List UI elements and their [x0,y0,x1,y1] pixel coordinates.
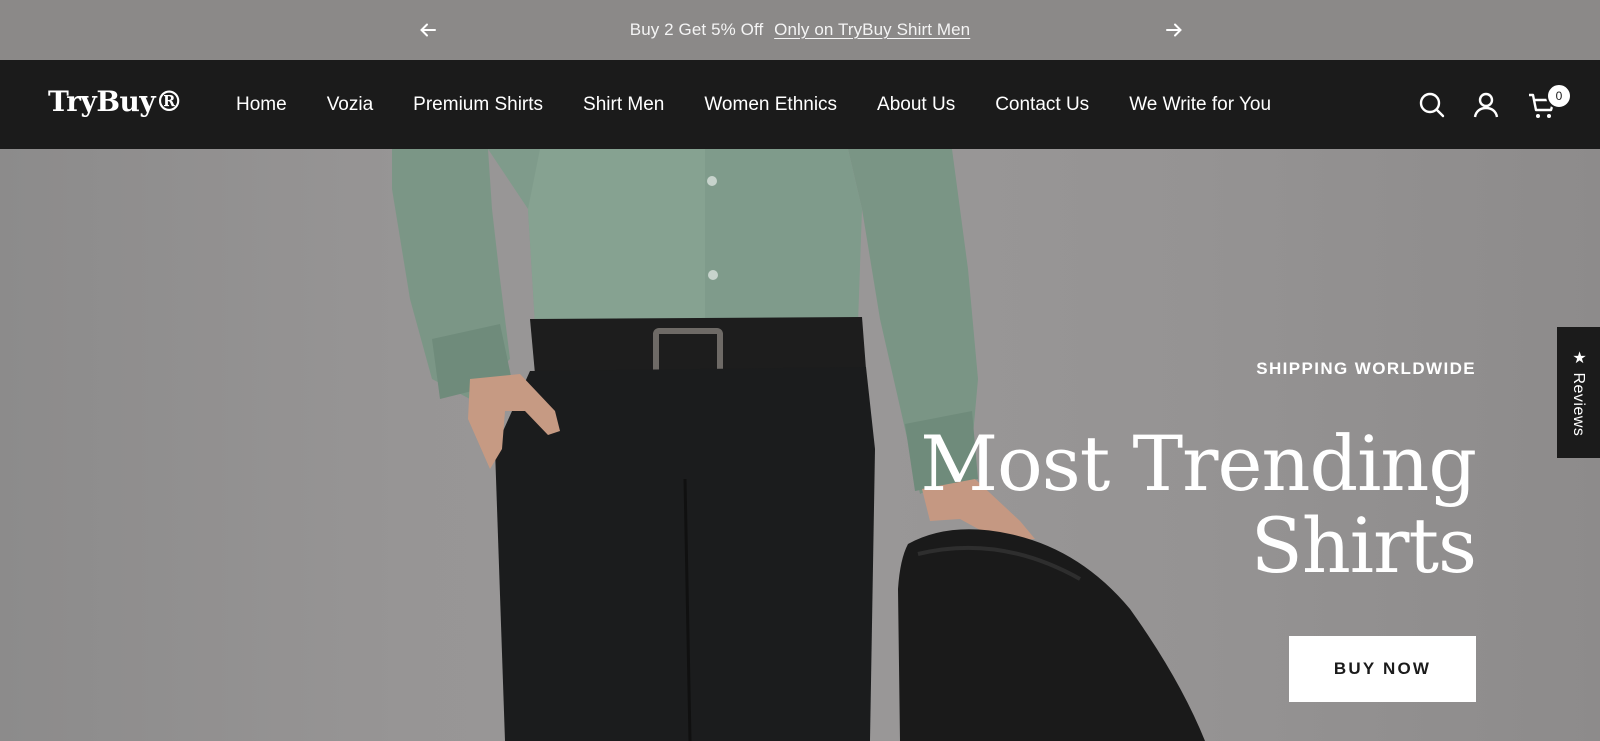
nav-premium-shirts[interactable]: Premium Shirts [413,94,543,116]
announcement-link[interactable]: Only on TryBuy Shirt Men [774,20,970,39]
main-nav: Home Vozia Premium Shirts Shirt Men Wome… [236,60,1311,149]
cart-count-badge: 0 [1546,83,1572,109]
nav-contact-us[interactable]: Contact Us [995,94,1089,116]
nav-we-write-for-you[interactable]: We Write for You [1129,94,1271,116]
site-logo[interactable]: TryBuy® [48,85,183,118]
hero-headline-line1: Most Trending [920,419,1477,508]
arrow-left-icon[interactable] [416,18,440,42]
announcement-message: Buy 2 Get 5% Off Only on TryBuy Shirt Me… [630,20,971,40]
site-header: TryBuy® Home Vozia Premium Shirts Shirt … [0,60,1600,149]
nav-home[interactable]: Home [236,94,287,116]
reviews-tab[interactable]: ★ Reviews [1557,327,1600,458]
hero-banner: SHIPPING WORLDWIDE Most Trending Shirts … [0,149,1600,741]
announcement-bar: Buy 2 Get 5% Off Only on TryBuy Shirt Me… [0,0,1600,60]
hero-headline: Most Trending Shirts [920,419,1477,590]
nav-women-ethnics[interactable]: Women Ethnics [704,94,837,116]
hero-eyebrow: SHIPPING WORLDWIDE [1256,359,1476,378]
nav-about-us[interactable]: About Us [877,94,955,116]
search-icon[interactable] [1418,91,1446,119]
nav-shirt-men[interactable]: Shirt Men [583,94,664,116]
nav-vozia[interactable]: Vozia [327,94,373,116]
hero-headline-line2: Shirts [1250,501,1477,590]
announcement-text: Buy 2 Get 5% Off [629,20,764,39]
buy-now-button[interactable]: BUY NOW [1289,636,1476,702]
hero-text-block: SHIPPING WORLDWIDE Most Trending Shirts [920,359,1477,590]
account-icon[interactable] [1472,91,1500,119]
reviews-tab-label: ★ Reviews [1570,348,1587,437]
arrow-right-icon[interactable] [1162,18,1186,42]
